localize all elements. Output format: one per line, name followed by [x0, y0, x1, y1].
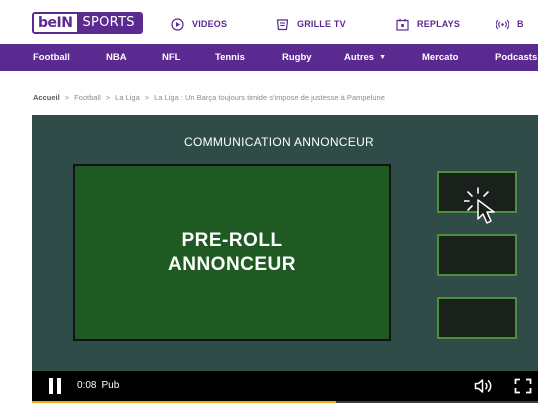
nav-nfl[interactable]: NFL	[162, 44, 180, 71]
playback-time: 0:08 Pub	[77, 380, 119, 391]
current-time: 0:08	[77, 380, 97, 391]
nav-nba[interactable]: NBA	[106, 44, 127, 71]
play-circle-icon	[171, 17, 184, 31]
nav-football[interactable]: Football	[33, 44, 70, 71]
nav-tennis[interactable]: Tennis	[215, 44, 245, 71]
ad-progress-track[interactable]	[32, 401, 538, 403]
logo-part-sports: SPORTS	[77, 14, 141, 32]
video-player[interactable]: COMMUNICATION ANNONCEUR PRE-ROLL ANNONCE…	[32, 115, 538, 403]
tv-guide-icon	[276, 18, 289, 30]
topnav-videos[interactable]: VIDEOS	[171, 15, 227, 33]
logo-part-bein: beIN	[34, 14, 78, 32]
topnav-videos-label: VIDEOS	[192, 19, 228, 29]
preroll-line-1: PRE-ROLL	[181, 229, 283, 251]
ad-thumbnail-2[interactable]	[437, 234, 517, 276]
top-header: beIN SPORTS VIDEOS GRILLE TV REPLAYS B	[0, 0, 538, 44]
player-controls: 0:08 Pub	[32, 371, 538, 401]
preroll-ad-text: PRE-ROLL ANNONCEUR	[168, 229, 296, 277]
ad-thumbnail-3[interactable]	[437, 297, 517, 339]
topnav-grille-tv-label: GRILLE TV	[297, 19, 346, 29]
breadcrumb-current-article: La Liga : Un Barça toujours timide s'imp…	[154, 93, 385, 102]
sports-nav: Football NBA NFL Tennis Rugby Autres ▼ Me…	[0, 44, 538, 71]
bein-sports-logo[interactable]: beIN SPORTS	[32, 12, 143, 34]
nav-autres[interactable]: Autres ▼	[344, 44, 386, 71]
topnav-live[interactable]: B	[496, 15, 524, 33]
nav-podcasts[interactable]: Podcasts	[495, 44, 537, 71]
fullscreen-icon[interactable]	[514, 378, 532, 394]
topnav-replays[interactable]: REPLAYS	[396, 15, 460, 33]
preroll-line-2: ANNONCEUR	[168, 253, 296, 275]
pause-bar	[49, 378, 53, 394]
pause-bar	[57, 378, 61, 394]
click-cursor-icon	[464, 187, 495, 224]
breadcrumb: Accueil > Football > La Liga > La Liga : Un Ba…	[33, 93, 385, 102]
topnav-live-label: B	[517, 19, 524, 29]
ad-label: Pub	[101, 380, 120, 391]
breadcrumb-la-liga[interactable]: La Liga	[115, 93, 140, 102]
ad-banner-title: COMMUNICATION ANNONCEUR	[183, 135, 374, 149]
topnav-replays-label: REPLAYS	[417, 19, 461, 29]
breadcrumb-separator: >	[144, 93, 150, 102]
nav-rugby[interactable]: Rugby	[282, 44, 312, 71]
breadcrumb-separator: >	[105, 93, 111, 102]
nav-autres-label: Autres	[344, 52, 375, 63]
breadcrumb-home[interactable]: Accueil	[33, 93, 60, 102]
breadcrumb-football[interactable]: Football	[74, 93, 101, 102]
volume-icon[interactable]	[474, 378, 492, 394]
topnav-grille-tv[interactable]: GRILLE TV	[276, 15, 346, 33]
breadcrumb-separator: >	[64, 93, 70, 102]
replay-icon	[396, 18, 409, 31]
preroll-ad-area[interactable]: PRE-ROLL ANNONCEUR	[73, 164, 391, 341]
pause-button[interactable]	[49, 378, 61, 394]
chevron-down-icon: ▼	[379, 54, 387, 61]
ad-progress-fill	[32, 401, 336, 403]
live-signal-icon	[496, 19, 509, 29]
nav-mercato[interactable]: Mercato	[422, 44, 458, 71]
